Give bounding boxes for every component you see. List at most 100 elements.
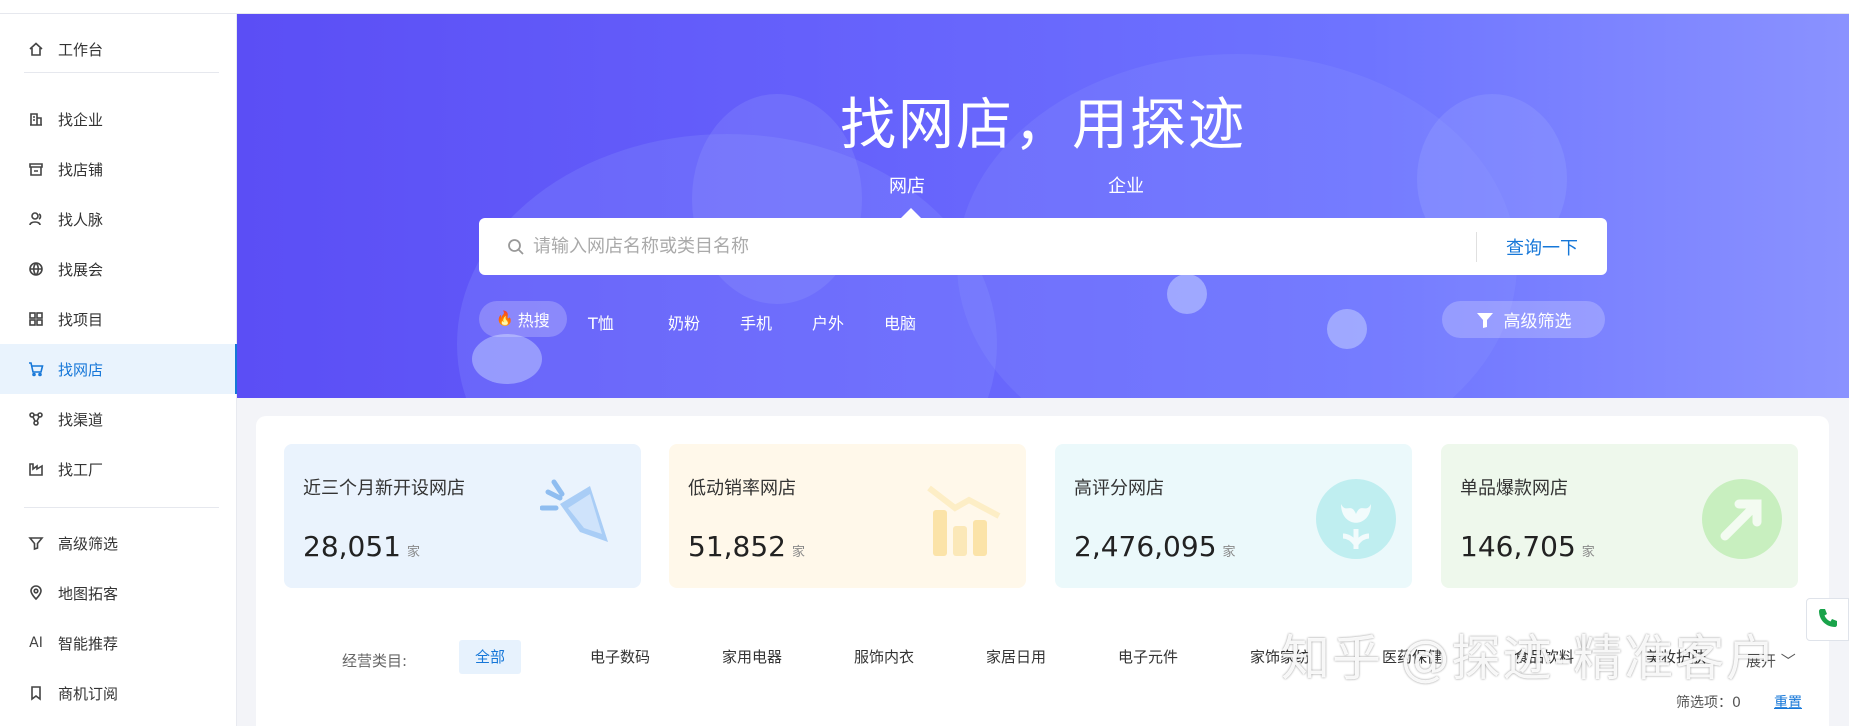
tab-online-store[interactable]: 网店	[889, 172, 925, 198]
sidebar: 工作台 找企业 找店铺 找人脉 找展会 找项目 找网店 找渠道 找工厂 高级筛选…	[0, 14, 237, 726]
stat-value-wrap: 2,476,095 家	[1074, 530, 1236, 563]
sidebar-item-label: 找工厂	[58, 460, 104, 479]
fire-icon: 🔥	[496, 311, 514, 327]
advanced-filter-label: 高级筛选	[1503, 312, 1572, 332]
filter-count: 筛选项：0	[1676, 695, 1741, 711]
sidebar-item-label: 找渠道	[58, 410, 104, 429]
stat-card-hot-single[interactable]: 单品爆款网店 146,705 家	[1441, 444, 1798, 588]
filter-icon	[28, 535, 44, 551]
stat-title: 高评分网店	[1074, 478, 1164, 499]
home-icon	[28, 41, 44, 57]
stat-value: 28,051	[303, 530, 401, 563]
stat-card-low-sales[interactable]: 低动销率网店 51,852 家	[669, 444, 1026, 588]
hot-tag[interactable]: 户外	[812, 310, 844, 334]
phone-contact-button[interactable]	[1806, 598, 1849, 641]
sidebar-item-label: 高级筛选	[58, 534, 119, 553]
sidebar-item-online-store[interactable]: 找网店	[0, 344, 237, 394]
hero-banner: 找网店，用探迹 网店 企业 查询一下 🔥 热搜 T恤 奶粉 手机 户外 电脑 高…	[237, 14, 1849, 398]
stat-value: 2,476,095	[1074, 530, 1217, 563]
sidebar-item-project[interactable]: 找项目	[0, 294, 237, 344]
advanced-filter-button[interactable]: 高级筛选	[1442, 301, 1605, 338]
grid-icon	[28, 311, 44, 327]
divider	[24, 507, 219, 508]
sidebar-item-enterprise[interactable]: 找企业	[0, 94, 237, 144]
chevron-down-icon: ﹀	[1776, 652, 1796, 670]
reset-button[interactable]: 重置	[1774, 692, 1802, 712]
sidebar-item-contacts[interactable]: 找人脉	[0, 194, 237, 244]
stat-value-wrap: 28,051 家	[303, 530, 420, 563]
sidebar-item-store[interactable]: 找店铺	[0, 144, 237, 194]
filter-icon	[1476, 311, 1494, 329]
page-title: 找网店，用探迹	[840, 93, 1246, 158]
sidebar-item-subscription[interactable]: 商机订阅	[0, 668, 237, 718]
active-tab-indicator	[901, 208, 921, 218]
sidebar-item-label: 找店铺	[58, 160, 104, 179]
building-icon	[28, 111, 44, 127]
search-icon	[507, 238, 525, 256]
hero-decoration	[1167, 274, 1207, 314]
stat-card-new-stores[interactable]: 近三个月新开设网店 28,051 家	[284, 444, 641, 588]
ai-icon: AI	[29, 635, 43, 651]
hot-search-badge: 🔥 热搜	[479, 301, 567, 337]
category-item[interactable]: 电子元件	[1102, 640, 1194, 674]
hot-tag[interactable]: 手机	[740, 310, 772, 334]
stat-title: 低动销率网店	[688, 478, 796, 499]
sidebar-item-label: 找项目	[58, 310, 104, 329]
flower-icon	[1311, 474, 1401, 568]
sidebar-item-factory[interactable]: 找工厂	[0, 444, 237, 494]
sidebar-item-workbench[interactable]: 工作台	[0, 24, 237, 74]
arrow-up-icon	[1697, 474, 1787, 568]
category-label: 经营类目:	[342, 652, 408, 670]
sidebar-item-label: 找网店	[58, 360, 104, 379]
stat-value-wrap: 146,705 家	[1460, 530, 1595, 563]
tab-enterprise[interactable]: 企业	[1108, 172, 1144, 198]
cart-icon	[28, 361, 44, 377]
hot-tag[interactable]: 奶粉	[668, 310, 700, 334]
channel-icon	[28, 411, 44, 427]
search-bar: 查询一下	[479, 218, 1607, 275]
stat-value: 51,852	[688, 530, 786, 563]
globe-icon	[28, 261, 44, 277]
sidebar-item-label: 商机订阅	[58, 684, 119, 703]
category-item[interactable]: 家用电器	[706, 640, 798, 674]
watermark: 知乎 @探迹-精准客户	[1281, 630, 1778, 687]
stat-value: 146,705	[1460, 530, 1576, 563]
sidebar-item-label: 找人脉	[58, 210, 104, 229]
phone-icon	[1816, 606, 1840, 634]
sidebar-item-map[interactable]: 地图拓客	[0, 568, 237, 618]
stat-unit: 家	[1222, 545, 1236, 560]
stat-unit: 家	[791, 545, 805, 560]
sidebar-item-channel[interactable]: 找渠道	[0, 394, 237, 444]
sidebar-item-advanced-filter[interactable]: 高级筛选	[0, 518, 237, 568]
hero-decoration	[472, 334, 542, 384]
sidebar-item-label: 找展会	[58, 260, 104, 279]
stat-title: 近三个月新开设网店	[303, 478, 465, 499]
factory-icon	[28, 461, 44, 477]
sidebar-item-exhibition[interactable]: 找展会	[0, 244, 237, 294]
stat-unit: 家	[1581, 545, 1595, 560]
megaphone-icon	[539, 474, 620, 558]
category-item[interactable]: 服饰内衣	[838, 640, 930, 674]
sidebar-item-label: 找企业	[58, 110, 104, 129]
hot-search-label: 热搜	[517, 311, 550, 330]
store-icon	[28, 161, 44, 177]
bar-chart-icon	[925, 480, 1005, 564]
search-input[interactable]	[533, 226, 1476, 267]
stat-card-high-rating[interactable]: 高评分网店 2,476,095 家	[1055, 444, 1412, 588]
hero-decoration	[1327, 309, 1367, 349]
sidebar-item-label: 工作台	[58, 40, 104, 59]
divider	[24, 72, 219, 73]
category-item[interactable]: 电子数码	[574, 640, 666, 674]
top-bar	[0, 0, 1849, 14]
category-all[interactable]: 全部	[459, 640, 522, 674]
sidebar-item-ai-recommend[interactable]: AI 智能推荐	[0, 618, 237, 668]
hot-tag[interactable]: 电脑	[884, 310, 916, 334]
people-icon	[28, 211, 44, 227]
hot-tag[interactable]: T恤	[588, 310, 614, 334]
category-item[interactable]: 家居日用	[970, 640, 1062, 674]
stat-unit: 家	[406, 545, 420, 560]
stat-title: 单品爆款网店	[1460, 478, 1568, 499]
search-button[interactable]: 查询一下	[1477, 234, 1607, 260]
stat-value-wrap: 51,852 家	[688, 530, 805, 563]
map-pin-icon	[28, 585, 44, 601]
